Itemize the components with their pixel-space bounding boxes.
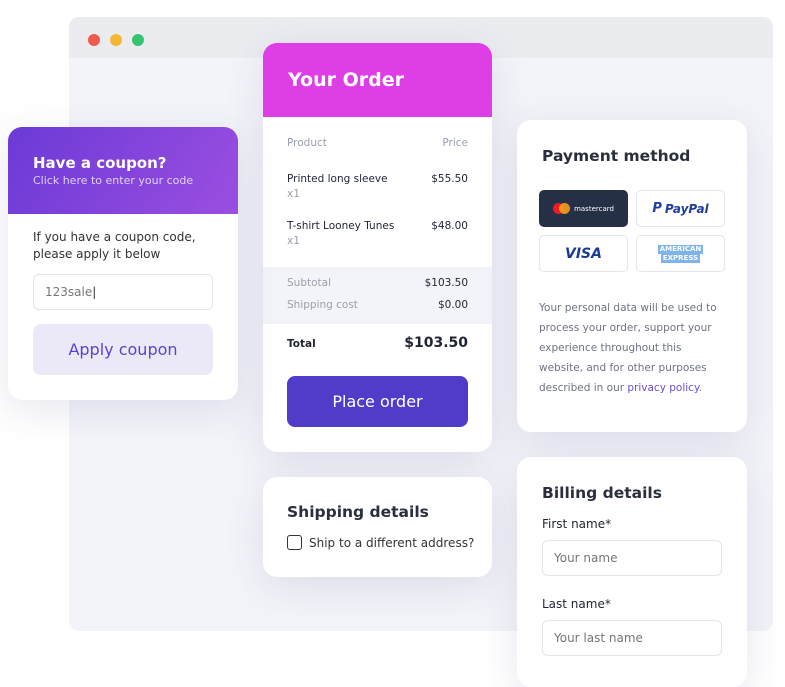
- order-card: Your Order Product Price Printed long sl…: [263, 43, 492, 452]
- first-name-label: First name*: [542, 517, 612, 531]
- coupon-subtitle: Click here to enter your code: [33, 174, 194, 187]
- shipping-value: $0.00: [437, 299, 468, 311]
- col-product: Product: [287, 137, 327, 149]
- item-price: $55.50: [431, 173, 468, 185]
- shipping-label: Shipping cost: [287, 299, 358, 311]
- coupon-input[interactable]: 123sale|: [33, 274, 213, 310]
- visa-option[interactable]: VISA: [539, 235, 628, 272]
- privacy-text: experience throughout this: [539, 342, 682, 354]
- payment-title: Payment method: [542, 147, 691, 165]
- total-label: Total: [287, 338, 316, 350]
- mastercard-option[interactable]: mastercard: [539, 190, 628, 227]
- shipping-card: Shipping details Ship to a different add…: [263, 477, 492, 577]
- apply-coupon-button[interactable]: Apply coupon: [33, 324, 213, 375]
- col-price: Price: [442, 137, 468, 149]
- place-order-button[interactable]: Place order: [287, 376, 468, 427]
- item-qty: x1: [287, 188, 300, 200]
- coupon-title: Have a coupon?: [33, 154, 167, 172]
- privacy-policy-link[interactable]: privacy policy: [627, 382, 698, 394]
- amex-icon: AMERICAN: [657, 244, 704, 254]
- item-name: Printed long sleeve: [287, 173, 388, 185]
- amex-option[interactable]: AMERICAN EXPRESS: [636, 235, 725, 272]
- privacy-text: process your order, support your: [539, 322, 712, 334]
- subtotal-label: Subtotal: [287, 277, 331, 289]
- subtotal-value: $103.50: [424, 277, 468, 289]
- privacy-text: website, and for other purposes: [539, 362, 707, 374]
- paypal-option[interactable]: P PayPal: [636, 190, 725, 227]
- item-price: $48.00: [431, 220, 468, 232]
- privacy-text: described in our: [539, 382, 628, 394]
- minimize-dot[interactable]: [110, 34, 122, 46]
- close-dot[interactable]: [88, 34, 100, 46]
- shipping-title: Shipping details: [287, 503, 429, 521]
- last-name-input[interactable]: [542, 620, 722, 656]
- total-value: $103.50: [404, 335, 468, 351]
- billing-title: Billing details: [542, 484, 662, 502]
- billing-card: Billing details First name* Last name*: [517, 457, 747, 687]
- coupon-text: please apply it below: [33, 247, 161, 261]
- ship-different-label[interactable]: Ship to a different address?: [309, 536, 474, 550]
- privacy-text: Your personal data will be used to: [539, 302, 717, 314]
- visa-icon: VISA: [565, 245, 602, 262]
- coupon-header[interactable]: Have a coupon? Click here to enter your …: [8, 127, 238, 214]
- last-name-label: Last name*: [542, 597, 611, 611]
- maximize-dot[interactable]: [132, 34, 144, 46]
- summary-band: Subtotal $103.50 Shipping cost $0.00: [263, 267, 492, 324]
- coupon-card: Have a coupon? Click here to enter your …: [8, 127, 238, 400]
- ship-different-checkbox[interactable]: [287, 535, 302, 550]
- order-title: Your Order: [263, 43, 492, 117]
- item-qty: x1: [287, 235, 300, 247]
- item-name: T-shirt Looney Tunes: [287, 220, 395, 232]
- paypal-icon: P: [652, 201, 662, 216]
- payment-card: Payment method mastercard P PayPal VISA …: [517, 120, 747, 432]
- first-name-input[interactable]: [542, 540, 722, 576]
- coupon-text: If you have a coupon code,: [33, 230, 196, 244]
